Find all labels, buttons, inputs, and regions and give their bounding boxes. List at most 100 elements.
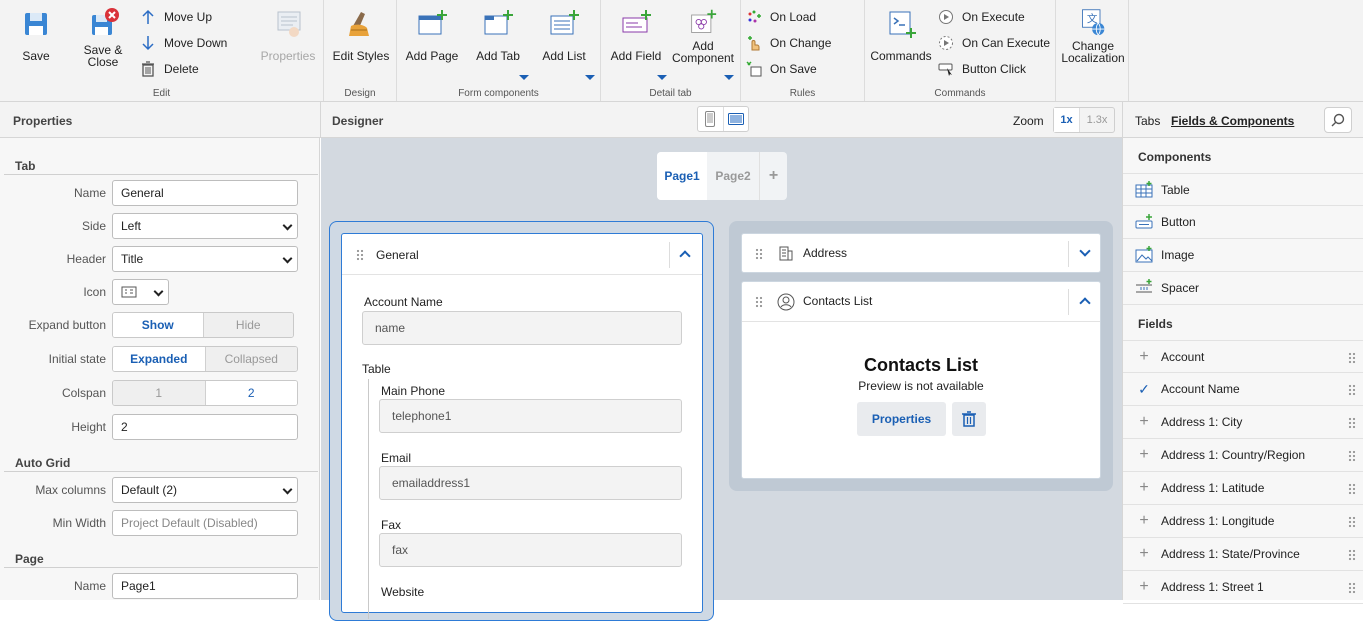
colspan-label: Colspan bbox=[61, 386, 106, 400]
drag-handle-icon[interactable] bbox=[1348, 582, 1356, 594]
min-width-input[interactable]: Project Default (Disabled) bbox=[112, 510, 298, 536]
paint-brush-icon bbox=[349, 12, 369, 36]
play-dashed-circle-icon bbox=[939, 36, 953, 50]
add-component-button[interactable]: Add Component bbox=[671, 8, 735, 64]
drag-handle-icon[interactable] bbox=[1348, 483, 1356, 495]
add-field-icon bbox=[622, 10, 651, 33]
add-field-button[interactable]: Add Field bbox=[609, 8, 663, 62]
field-address1-latitude[interactable]: + Address 1: Latitude bbox=[1123, 472, 1363, 505]
divider bbox=[4, 174, 318, 175]
header-select[interactable]: Title bbox=[112, 246, 298, 272]
colspan-1-option[interactable]: 1 bbox=[113, 381, 206, 405]
search-button[interactable] bbox=[1324, 107, 1352, 133]
change-localization-button[interactable]: 文 Change Localization bbox=[1058, 8, 1128, 64]
expand-show-option[interactable]: Show bbox=[113, 313, 203, 337]
chevron-down-icon[interactable] bbox=[1079, 245, 1091, 257]
properties-header-title: Properties bbox=[13, 114, 73, 128]
field-address1-street1[interactable]: + Address 1: Street 1 bbox=[1123, 571, 1363, 604]
page-name-input[interactable]: Page1 bbox=[112, 573, 298, 599]
add-page-button[interactable]: Add Page bbox=[405, 8, 459, 62]
add-list-button[interactable]: Add List bbox=[539, 8, 589, 62]
contacts-list-card[interactable]: Contacts List Contacts List Preview is n… bbox=[741, 281, 1101, 479]
zoom-1x-button[interactable]: 1x bbox=[1054, 108, 1080, 132]
chevron-up-icon[interactable] bbox=[679, 250, 691, 262]
drag-handle-icon[interactable] bbox=[1348, 417, 1356, 429]
zoom-13x-button[interactable]: 1.3x bbox=[1080, 108, 1114, 132]
address-tab-card[interactable]: Address bbox=[741, 233, 1101, 273]
on-save-button[interactable]: On Save bbox=[746, 59, 817, 79]
component-table[interactable]: Table bbox=[1123, 173, 1363, 206]
save-button[interactable]: Save bbox=[14, 8, 58, 62]
properties-ribbon-button[interactable]: Properties bbox=[258, 8, 318, 62]
field-address1-country[interactable]: + Address 1: Country/Region bbox=[1123, 439, 1363, 472]
drag-handle-icon[interactable] bbox=[1348, 450, 1356, 462]
chevron-up-icon[interactable] bbox=[1079, 297, 1091, 309]
drag-handle-icon[interactable] bbox=[356, 249, 364, 261]
colspan-toggle: 1 2 bbox=[112, 380, 298, 406]
field-address1-state[interactable]: + Address 1: State/Province bbox=[1123, 538, 1363, 571]
expand-hide-option[interactable]: Hide bbox=[202, 313, 293, 337]
on-load-button[interactable]: On Load bbox=[746, 7, 816, 27]
max-columns-select[interactable]: Default (2) bbox=[112, 477, 298, 503]
field-address1-longitude[interactable]: + Address 1: Longitude bbox=[1123, 505, 1363, 538]
add-tab-button[interactable]: Add Tab bbox=[473, 8, 523, 62]
add-tab-dropdown-icon[interactable] bbox=[519, 75, 529, 80]
delete-button[interactable]: Delete bbox=[140, 59, 199, 79]
tab-fields-components[interactable]: Fields & Components bbox=[1171, 114, 1294, 128]
field-account-name[interactable]: ✓ Account Name bbox=[1123, 373, 1363, 406]
save-close-button[interactable]: Save & Close bbox=[78, 8, 128, 68]
side-select[interactable]: Left bbox=[112, 213, 298, 239]
drag-handle-icon[interactable] bbox=[755, 296, 763, 308]
on-can-execute-button[interactable]: On Can Execute bbox=[938, 33, 1050, 53]
general-tab-card[interactable]: General Account Name name Table Main Pho… bbox=[341, 233, 703, 619]
address-tab-title: Address bbox=[803, 246, 848, 260]
component-spacer[interactable]: Spacer bbox=[1123, 272, 1363, 305]
initial-expanded-option[interactable]: Expanded bbox=[113, 347, 205, 371]
move-down-button[interactable]: Move Down bbox=[140, 33, 227, 53]
field-address1-city[interactable]: + Address 1: City bbox=[1123, 406, 1363, 439]
main-phone-field[interactable]: telephone1 bbox=[379, 399, 682, 433]
fax-field[interactable]: fax bbox=[379, 533, 682, 567]
add-page-tab-button[interactable]: + bbox=[759, 152, 787, 200]
add-list-dropdown-icon[interactable] bbox=[585, 75, 595, 80]
drag-handle-icon[interactable] bbox=[1348, 384, 1356, 396]
field-account[interactable]: + Account bbox=[1123, 340, 1363, 373]
desktop-view-button[interactable] bbox=[724, 107, 749, 131]
ribbon-group-edit: Save Save & Close Move Up Move Down Dele… bbox=[0, 0, 324, 101]
page-tab-page1[interactable]: Page1 bbox=[657, 152, 707, 200]
drag-handle-icon[interactable] bbox=[755, 248, 763, 260]
move-up-button[interactable]: Move Up bbox=[140, 7, 212, 27]
drag-handle-icon[interactable] bbox=[1348, 352, 1356, 364]
website-label: Website bbox=[381, 585, 425, 599]
edit-styles-button[interactable]: Edit Styles bbox=[330, 8, 392, 62]
on-change-button[interactable]: On Change bbox=[746, 33, 831, 53]
commands-button[interactable]: Commands bbox=[869, 8, 933, 62]
tab-tabs[interactable]: Tabs bbox=[1135, 114, 1160, 128]
page-tab-page2[interactable]: Page2 bbox=[707, 152, 759, 200]
add-component-dropdown-icon[interactable] bbox=[724, 75, 734, 80]
component-image[interactable]: Image bbox=[1123, 239, 1363, 272]
email-field[interactable]: emailaddress1 bbox=[379, 466, 682, 500]
button-click-button[interactable]: Button Click bbox=[938, 59, 1026, 79]
tab-name-input[interactable]: General bbox=[112, 180, 298, 206]
component-button[interactable]: Button bbox=[1123, 206, 1363, 239]
svg-text:文: 文 bbox=[1087, 12, 1098, 25]
contacts-delete-button[interactable] bbox=[952, 402, 986, 436]
icon-select[interactable] bbox=[112, 279, 169, 305]
mobile-icon bbox=[705, 111, 716, 127]
colspan-2-option[interactable]: 2 bbox=[205, 381, 297, 405]
height-label: Height bbox=[71, 420, 106, 434]
on-execute-button[interactable]: On Execute bbox=[938, 7, 1025, 27]
initial-collapsed-option[interactable]: Collapsed bbox=[204, 347, 297, 371]
add-field-dropdown-icon[interactable] bbox=[657, 75, 667, 80]
contacts-tab-title: Contacts List bbox=[803, 294, 873, 308]
drag-handle-icon[interactable] bbox=[1348, 549, 1356, 561]
contacts-properties-button[interactable]: Properties bbox=[857, 402, 946, 436]
drag-handle-icon[interactable] bbox=[1348, 516, 1356, 528]
mobile-view-button[interactable] bbox=[698, 107, 724, 131]
height-input[interactable]: 2 bbox=[112, 414, 298, 440]
on-load-icon bbox=[748, 10, 761, 23]
section-tab: Tab bbox=[15, 159, 36, 173]
account-name-field[interactable]: name bbox=[362, 311, 682, 345]
button-click-icon bbox=[938, 63, 953, 76]
